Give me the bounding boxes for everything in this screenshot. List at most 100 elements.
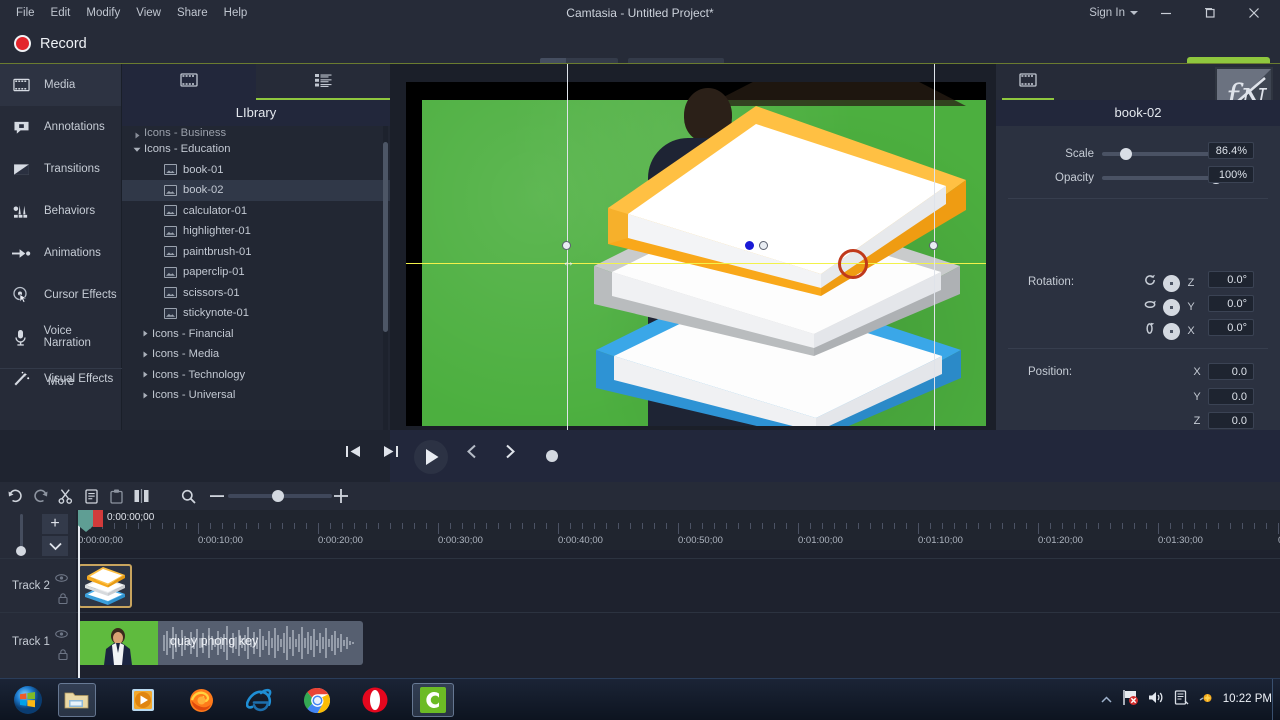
book-02-image[interactable]: [566, 88, 986, 426]
track-height-slider[interactable]: [20, 514, 23, 550]
rotate-z-dial[interactable]: [1163, 274, 1180, 292]
list-item[interactable]: book-02: [122, 180, 390, 201]
sidebar-item-media[interactable]: Media: [0, 64, 121, 106]
track-visibility-toggle[interactable]: [55, 569, 68, 587]
show-desktop-button[interactable]: [1272, 679, 1280, 720]
playhead-marker[interactable]: [93, 510, 103, 527]
tree-group-icons-technology[interactable]: Icons - Technology: [122, 365, 390, 386]
position-z-field[interactable]: 0.0: [1208, 412, 1254, 429]
firefox-button[interactable]: [182, 683, 220, 717]
sidebar-item-behaviors[interactable]: Behaviors: [0, 190, 121, 232]
list-item[interactable]: calculator-01: [122, 201, 390, 222]
canvas-preview[interactable]: ↔: [390, 64, 996, 430]
tree-group-icons-financial[interactable]: Icons - Financial: [122, 324, 390, 345]
track-lock-toggle[interactable]: [58, 647, 68, 665]
close-button[interactable]: [1232, 0, 1276, 26]
internet-explorer-button[interactable]: [240, 683, 278, 717]
scale-slider-knob[interactable]: [1120, 148, 1132, 160]
split-button[interactable]: [130, 486, 152, 506]
rotate-x-icon[interactable]: [1144, 322, 1157, 340]
rotate-y-dial[interactable]: [1163, 298, 1180, 316]
list-item[interactable]: scissors-01: [122, 283, 390, 304]
cut-button[interactable]: [54, 486, 76, 506]
track-height-knob[interactable]: [16, 546, 26, 556]
next-clip-button[interactable]: [382, 444, 399, 459]
list-item[interactable]: book-01: [122, 160, 390, 181]
security-alert-icon[interactable]: [1122, 689, 1138, 711]
track-visibility-toggle[interactable]: [55, 625, 68, 643]
list-item[interactable]: stickynote-01: [122, 303, 390, 324]
table-row[interactable]: quay phong key: [78, 621, 363, 665]
position-x-field[interactable]: 0.0: [1208, 363, 1254, 380]
rotate-y-icon[interactable]: [1144, 298, 1157, 316]
action-center-icon[interactable]: [1174, 689, 1189, 711]
tree-group-icons-education[interactable]: Icons - Education: [122, 139, 390, 160]
start-button[interactable]: [6, 683, 50, 717]
menu-modify[interactable]: Modify: [78, 3, 128, 23]
sidebar-item-cursor-effects[interactable]: Cursor Effects: [0, 274, 121, 316]
volume-icon[interactable]: [1148, 690, 1164, 710]
show-hidden-icons-button[interactable]: [1101, 691, 1112, 709]
scale-value-field[interactable]: 86.4%: [1208, 142, 1254, 159]
rotate-z-icon[interactable]: [1144, 274, 1157, 292]
opacity-value-field[interactable]: 100%: [1208, 166, 1254, 183]
next-frame-button[interactable]: [503, 444, 516, 459]
clock[interactable]: 10:22 PM: [1223, 693, 1272, 706]
small-app-icon[interactable]: [1199, 691, 1213, 709]
track-header[interactable]: Track 1: [0, 613, 76, 670]
sidebar-item-annotations[interactable]: Annotations: [0, 106, 121, 148]
playhead[interactable]: [78, 510, 80, 678]
minimize-button[interactable]: [1144, 0, 1188, 26]
opera-button[interactable]: [356, 683, 394, 717]
previous-frame-button[interactable]: [466, 444, 479, 459]
track-lock-toggle[interactable]: [58, 591, 68, 609]
tab-media-properties[interactable]: [1002, 64, 1054, 100]
play-button[interactable]: [414, 440, 448, 474]
list-item[interactable]: paperclip-01: [122, 262, 390, 283]
redo-button[interactable]: [29, 486, 51, 506]
zoom-out-button[interactable]: [206, 486, 228, 506]
sign-in-button[interactable]: Sign In: [1083, 3, 1144, 23]
zoom-to-fit-button[interactable]: [176, 486, 200, 506]
menu-share[interactable]: Share: [169, 3, 216, 23]
tree-group-icons-business[interactable]: Icons - Business: [122, 126, 390, 139]
menu-view[interactable]: View: [128, 3, 169, 23]
rotation-z-field[interactable]: 0.0°: [1208, 271, 1254, 288]
chrome-button[interactable]: [298, 683, 336, 717]
rotation-x-field[interactable]: 0.0°: [1208, 319, 1254, 336]
timeline-ruler[interactable]: 0:00:00;00 0:00:10;00 0:00:20;00 0:00:30…: [76, 510, 1280, 550]
paste-button[interactable]: [105, 486, 127, 506]
sidebar-item-transitions[interactable]: Transitions: [0, 148, 121, 190]
maximize-button[interactable]: [1188, 0, 1232, 26]
rotation-y-field[interactable]: 0.0°: [1208, 295, 1254, 312]
collapse-tracks-button[interactable]: [42, 536, 68, 556]
sidebar-item-voice-narration[interactable]: Voice Narration: [0, 316, 121, 358]
undo-button[interactable]: [4, 486, 26, 506]
rotate-x-dial[interactable]: [1163, 322, 1180, 340]
timeline-zoom-knob[interactable]: [272, 490, 284, 502]
library-scrollbar-thumb[interactable]: [383, 142, 388, 332]
zoom-in-button[interactable]: [330, 486, 352, 506]
list-item[interactable]: highlighter-01: [122, 221, 390, 242]
media-player-button[interactable]: [124, 683, 162, 717]
tree-group-icons-universal[interactable]: Icons - Universal: [122, 385, 390, 406]
tab-media-bin[interactable]: [122, 64, 256, 100]
position-y-field[interactable]: 0.0: [1208, 388, 1254, 405]
opacity-slider[interactable]: [1102, 172, 1222, 184]
add-track-button[interactable]: +: [42, 514, 68, 534]
tab-library[interactable]: [256, 64, 390, 100]
playback-scrubber-knob[interactable]: [546, 450, 558, 462]
menu-file[interactable]: File: [8, 3, 43, 23]
tree-group-icons-media[interactable]: Icons - Media: [122, 344, 390, 365]
camtasia-button[interactable]: [412, 683, 454, 717]
sidebar-more-button[interactable]: More: [0, 368, 122, 394]
table-row[interactable]: [78, 564, 132, 608]
file-explorer-button[interactable]: [58, 683, 96, 717]
menu-help[interactable]: Help: [216, 3, 256, 23]
scale-slider[interactable]: [1102, 148, 1222, 160]
sidebar-item-animations[interactable]: Animations: [0, 232, 121, 274]
list-item[interactable]: paintbrush-01: [122, 242, 390, 263]
track-header[interactable]: Track 2: [0, 559, 76, 612]
menu-edit[interactable]: Edit: [43, 3, 79, 23]
previous-clip-button[interactable]: [345, 444, 362, 459]
